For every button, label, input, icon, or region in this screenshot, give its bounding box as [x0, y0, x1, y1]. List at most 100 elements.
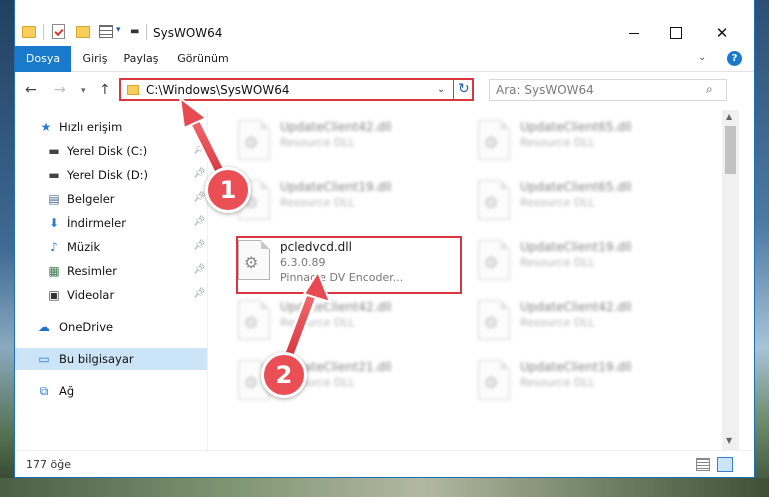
- back-arrow-icon[interactable]: ←: [25, 82, 37, 98]
- pin-icon[interactable]: 📌︎: [193, 240, 206, 251]
- gear-icon: ⚙: [484, 373, 499, 392]
- sidebar-item-label: OneDrive: [59, 320, 114, 334]
- scroll-down-icon[interactable]: ▼: [726, 436, 732, 445]
- gear-icon: ⚙: [244, 133, 259, 152]
- explorer-window: ▾ ▬ SysWOW64 ✕ Dosya Giriş Paylaş Görünü…: [14, 0, 755, 478]
- search-icon[interactable]: ⌕: [706, 82, 713, 97]
- file-name: UpdateClient42.dll: [280, 300, 392, 314]
- sidebar-item-onedrive[interactable]: ☁ OneDrive: [15, 316, 207, 338]
- drive-icon: ▬: [48, 144, 60, 158]
- sidebar-item-label: Ağ: [59, 384, 75, 398]
- drive-icon: ▬: [48, 168, 60, 182]
- chevron-down-icon[interactable]: ▾: [116, 25, 121, 41]
- desktop-background: [0, 0, 14, 497]
- dll-file-icon: ⚙: [478, 240, 510, 280]
- sidebar-item-music[interactable]: ♪ Müzik 📌︎: [15, 236, 207, 258]
- pin-icon[interactable]: 📌︎: [193, 192, 206, 203]
- file-name: UpdateClient19.dll: [280, 180, 392, 194]
- divider: [453, 80, 454, 99]
- dll-file-icon: ⚙: [478, 300, 510, 340]
- maximize-button[interactable]: [665, 22, 687, 44]
- dll-file-icon: ⚙: [238, 300, 270, 340]
- sidebar-item-label: Resimler: [67, 264, 117, 278]
- large-icons-view-icon[interactable]: [717, 457, 733, 472]
- file-item[interactable]: ⚙ UpdateClient19.dll Resource DLL: [230, 172, 460, 228]
- file-name: UpdateClient42.dll: [520, 300, 632, 314]
- sidebar-item-label: Yerel Disk (C:): [67, 144, 148, 158]
- tab-home[interactable]: Giriş: [79, 46, 111, 72]
- search-input[interactable]: Ara: SysWOW64: [496, 83, 594, 97]
- sidebar-item-label: Belgeler: [67, 192, 115, 206]
- pin-icon[interactable]: 📌︎: [193, 168, 206, 179]
- pin-icon[interactable]: 📌︎: [193, 144, 206, 155]
- help-icon[interactable]: ?: [727, 51, 742, 66]
- item-count: 177 öğe: [26, 458, 71, 471]
- forward-arrow-icon[interactable]: →: [54, 82, 66, 98]
- dll-file-icon: ⚙: [478, 360, 510, 400]
- file-description: Resource DLL: [280, 196, 355, 209]
- customize-toolbar-icon[interactable]: ▬: [130, 26, 139, 42]
- close-button[interactable]: ✕: [711, 22, 733, 44]
- address-path[interactable]: C:\Windows\SysWOW64: [146, 83, 290, 97]
- expand-ribbon-icon[interactable]: ⌄: [698, 52, 706, 63]
- folder-icon: [22, 26, 36, 38]
- sidebar-item-pictures[interactable]: ▦ Resimler 📌︎: [15, 260, 207, 282]
- network-icon: ⧉: [39, 384, 49, 398]
- tab-view[interactable]: Görünüm: [175, 46, 231, 72]
- new-folder-icon[interactable]: [76, 26, 90, 38]
- sidebar-item-local-disk-c[interactable]: ▬ Yerel Disk (C:) 📌︎: [15, 140, 207, 162]
- properties-icon[interactable]: [52, 24, 65, 39]
- minimize-button[interactable]: [623, 22, 645, 44]
- tab-file[interactable]: Dosya: [15, 46, 71, 72]
- up-arrow-icon[interactable]: ↑: [99, 82, 111, 98]
- sidebar-item-label: İndirmeler: [67, 216, 126, 230]
- file-item[interactable]: ⚙ UpdateClient19.dll Resource DLL: [470, 232, 700, 288]
- music-icon: ♪: [50, 240, 58, 254]
- sidebar-item-downloads[interactable]: ⬇ İndirmeler 📌︎: [15, 212, 207, 234]
- divider: [43, 24, 44, 40]
- file-item[interactable]: ⚙ UpdateClient42.dll Resource DLL: [230, 112, 460, 168]
- pin-icon[interactable]: 📌︎: [193, 216, 206, 227]
- file-item[interactable]: ⚙ UpdateClient19.dll Resource DLL: [470, 352, 700, 408]
- sidebar-item-this-pc[interactable]: ▭ Bu bilgisayar: [15, 348, 207, 370]
- view-icon[interactable]: [99, 25, 113, 38]
- gear-icon: ⚙: [484, 193, 499, 212]
- file-list: ⚙ UpdateClient42.dll Resource DLL ⚙ Upda…: [208, 110, 722, 450]
- ribbon-tabs: Dosya Giriş Paylaş Görünüm ⌄ ?: [15, 46, 754, 72]
- sidebar-item-videos[interactable]: ▣ Videolar 📌︎: [15, 284, 207, 306]
- sidebar-item-local-disk-d[interactable]: ▬ Yerel Disk (D:) 📌︎: [15, 164, 207, 186]
- tab-share[interactable]: Paylaş: [119, 46, 163, 72]
- file-item[interactable]: ⚙ UpdateClient42.dll Resource DLL: [230, 292, 460, 348]
- file-name: UpdateClient19.dll: [520, 360, 632, 374]
- video-icon: ▣: [48, 288, 60, 302]
- gear-icon: ⚙: [484, 313, 499, 332]
- file-item[interactable]: ⚙ UpdateClient65.dll Resource DLL: [470, 172, 700, 228]
- file-description: Resource DLL: [520, 376, 595, 389]
- file-item[interactable]: ⚙ UpdateClient42.dll Resource DLL: [470, 292, 700, 348]
- recent-locations-icon[interactable]: ▾: [81, 86, 86, 96]
- search-box[interactable]: Ara: SysWOW64 ⌕: [489, 79, 727, 101]
- gear-icon: ⚙: [484, 133, 499, 152]
- sidebar-item-documents[interactable]: ▤ Belgeler 📌︎: [15, 188, 207, 210]
- refresh-icon[interactable]: ↻: [458, 81, 470, 97]
- scroll-up-icon[interactable]: ▲: [726, 112, 732, 121]
- desktop-background-bottom: [0, 478, 769, 497]
- chevron-down-icon[interactable]: ⌄: [437, 84, 445, 95]
- scrollbar-thumb[interactable]: [725, 126, 736, 174]
- file-description: Resource DLL: [520, 316, 595, 329]
- file-description: Resource DLL: [520, 136, 595, 149]
- pin-icon[interactable]: 📌︎: [193, 264, 206, 275]
- file-item[interactable]: ⚙ UpdateClient65.dll Resource DLL: [470, 112, 700, 168]
- sidebar-item-quick-access[interactable]: ★ Hızlı erişim: [15, 116, 207, 138]
- document-icon: ▤: [48, 192, 60, 206]
- navigation-pane: ★ Hızlı erişim ▬ Yerel Disk (C:) 📌︎ ▬ Ye…: [15, 110, 207, 450]
- vertical-scrollbar[interactable]: ▲ ▼: [722, 110, 739, 450]
- dll-file-icon: ⚙: [238, 120, 270, 160]
- sidebar-item-network[interactable]: ⧉ Ağ: [15, 380, 207, 402]
- status-bar: 177 öğe: [15, 450, 754, 477]
- address-bar[interactable]: C:\Windows\SysWOW64 ⌄ ↻: [119, 78, 474, 101]
- pin-icon[interactable]: 📌︎: [193, 288, 206, 299]
- title-bar: ▾ ▬ SysWOW64 ✕: [15, 0, 754, 46]
- details-view-icon[interactable]: [696, 458, 710, 471]
- gear-icon: ⚙: [244, 373, 259, 392]
